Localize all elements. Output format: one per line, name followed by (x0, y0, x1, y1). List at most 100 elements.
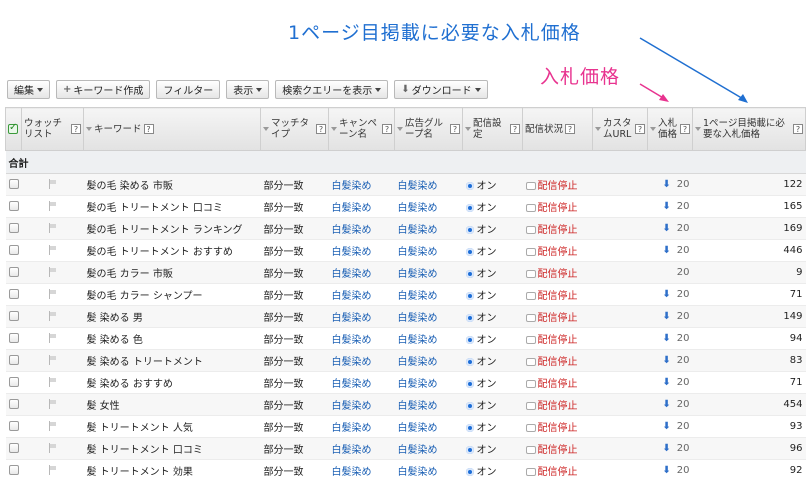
delivery-setting-cell[interactable]: オン (462, 437, 523, 460)
keyword-cell[interactable]: 髪の毛 トリートメント ランキング (83, 217, 261, 240)
bid-cell[interactable]: ⬇ 20 (647, 195, 693, 218)
column-custom-url[interactable]: カスタムURL? (592, 107, 648, 151)
column-campaign[interactable]: キャンペーン名? (328, 107, 395, 151)
row-checkbox[interactable] (8, 267, 19, 277)
bid-cell[interactable]: ⬇ 20 (647, 415, 693, 438)
delivery-setting-cell[interactable]: オン (462, 327, 523, 350)
row-select-cell[interactable] (5, 217, 22, 240)
row-checkbox[interactable] (8, 311, 19, 321)
campaign-link[interactable]: 白髪染め (328, 349, 395, 372)
row-checkbox[interactable] (8, 399, 19, 409)
flag-icon[interactable] (48, 377, 58, 387)
help-icon[interactable]: ? (450, 124, 460, 134)
column-keyword[interactable]: キーワード? (83, 107, 261, 151)
help-icon[interactable]: ? (510, 124, 520, 134)
select-all-header[interactable] (5, 107, 22, 151)
help-icon[interactable]: ? (316, 124, 326, 134)
create-keyword-button[interactable]: + キーワード作成 (56, 80, 151, 99)
column-delivery-setting[interactable]: 配信設定? (462, 107, 523, 151)
flag-icon[interactable] (48, 443, 58, 453)
row-select-cell[interactable] (5, 371, 22, 394)
row-select-cell[interactable] (5, 173, 22, 196)
delivery-setting-cell[interactable]: オン (462, 261, 523, 284)
help-icon[interactable]: ? (143, 124, 154, 134)
column-first-page-bid[interactable]: 1ページ目掲載に必要な入札価格? (692, 107, 806, 151)
delivery-setting-cell[interactable]: オン (462, 217, 523, 240)
row-checkbox[interactable] (8, 179, 19, 189)
keyword-cell[interactable]: 髪の毛 カラー 市販 (83, 261, 261, 284)
row-select-cell[interactable] (5, 415, 22, 438)
row-select-cell[interactable] (5, 195, 22, 218)
row-select-cell[interactable] (5, 327, 22, 350)
ad-group-link[interactable]: 白髪染め (394, 459, 463, 478)
row-select-cell[interactable] (5, 305, 22, 328)
flag-icon[interactable] (48, 223, 58, 233)
row-checkbox[interactable] (8, 201, 19, 211)
campaign-link[interactable]: 白髪染め (328, 327, 395, 350)
ad-group-link[interactable]: 白髪染め (394, 327, 463, 350)
bid-cell[interactable]: ⬇ 20 (647, 393, 693, 416)
watchlist-cell[interactable] (21, 217, 84, 240)
ad-group-link[interactable]: 白髪染め (394, 371, 463, 394)
keyword-cell[interactable]: 髪 染める 色 (83, 327, 261, 350)
delivery-setting-cell[interactable]: オン (462, 195, 523, 218)
row-select-cell[interactable] (5, 349, 22, 372)
bid-cell[interactable]: ⬇ 20 (647, 217, 693, 240)
watchlist-cell[interactable] (21, 195, 84, 218)
bid-cell[interactable]: ⬇ 20 (647, 371, 693, 394)
watchlist-cell[interactable] (21, 415, 84, 438)
help-icon[interactable]: ? (635, 124, 645, 134)
flag-icon[interactable] (48, 399, 58, 409)
column-ad-group[interactable]: 広告グループ名? (394, 107, 463, 151)
flag-icon[interactable] (48, 355, 58, 365)
row-checkbox[interactable] (8, 465, 19, 475)
watchlist-cell[interactable] (21, 261, 84, 284)
help-icon[interactable]: ? (793, 124, 803, 134)
ad-group-link[interactable]: 白髪染め (394, 437, 463, 460)
keyword-cell[interactable]: 髪の毛 トリートメント 口コミ (83, 195, 261, 218)
edit-button[interactable]: 編集 (7, 80, 50, 99)
keyword-cell[interactable]: 髪の毛 染める 市販 (83, 173, 261, 196)
ad-group-link[interactable]: 白髪染め (394, 393, 463, 416)
row-checkbox[interactable] (8, 245, 19, 255)
bid-cell[interactable]: ⬇ 20 (647, 327, 693, 350)
delivery-setting-cell[interactable]: オン (462, 349, 523, 372)
flag-icon[interactable] (48, 267, 58, 277)
flag-icon[interactable] (48, 201, 58, 211)
delivery-setting-cell[interactable]: オン (462, 239, 523, 262)
bid-cell[interactable]: ⬇ 20 (647, 239, 693, 262)
column-watchlist[interactable]: ウォッチリスト? (21, 107, 84, 151)
row-checkbox[interactable] (8, 223, 19, 233)
show-search-queries-button[interactable]: 検索クエリーを表示 (275, 80, 389, 99)
help-icon[interactable]: ? (71, 124, 81, 134)
ad-group-link[interactable]: 白髪染め (394, 283, 463, 306)
keyword-cell[interactable]: 髪 トリートメント 人気 (83, 415, 261, 438)
row-select-cell[interactable] (5, 283, 22, 306)
campaign-link[interactable]: 白髪染め (328, 261, 395, 284)
bid-cell[interactable]: 20 (647, 261, 693, 284)
row-select-cell[interactable] (5, 437, 22, 460)
campaign-link[interactable]: 白髪染め (328, 459, 395, 478)
row-checkbox[interactable] (8, 421, 19, 431)
bid-cell[interactable]: ⬇ 20 (647, 305, 693, 328)
ad-group-link[interactable]: 白髪染め (394, 415, 463, 438)
column-match-type[interactable]: マッチタイプ? (260, 107, 329, 151)
campaign-link[interactable]: 白髪染め (328, 393, 395, 416)
column-bid[interactable]: 入札価格? (647, 107, 693, 151)
watchlist-cell[interactable] (21, 349, 84, 372)
help-icon[interactable]: ? (382, 124, 392, 134)
watchlist-cell[interactable] (21, 173, 84, 196)
row-checkbox[interactable] (8, 333, 19, 343)
delivery-setting-cell[interactable]: オン (462, 305, 523, 328)
ad-group-link[interactable]: 白髪染め (394, 305, 463, 328)
download-button[interactable]: ⬇ ダウンロード (394, 80, 488, 99)
keyword-cell[interactable]: 髪 染める トリートメント (83, 349, 261, 372)
keyword-cell[interactable]: 髪 女性 (83, 393, 261, 416)
bid-cell[interactable]: ⬇ 20 (647, 173, 693, 196)
row-checkbox[interactable] (8, 289, 19, 299)
ad-group-link[interactable]: 白髪染め (394, 239, 463, 262)
delivery-setting-cell[interactable]: オン (462, 459, 523, 478)
delivery-setting-cell[interactable]: オン (462, 371, 523, 394)
row-checkbox[interactable] (8, 355, 19, 365)
ad-group-link[interactable]: 白髪染め (394, 173, 463, 196)
